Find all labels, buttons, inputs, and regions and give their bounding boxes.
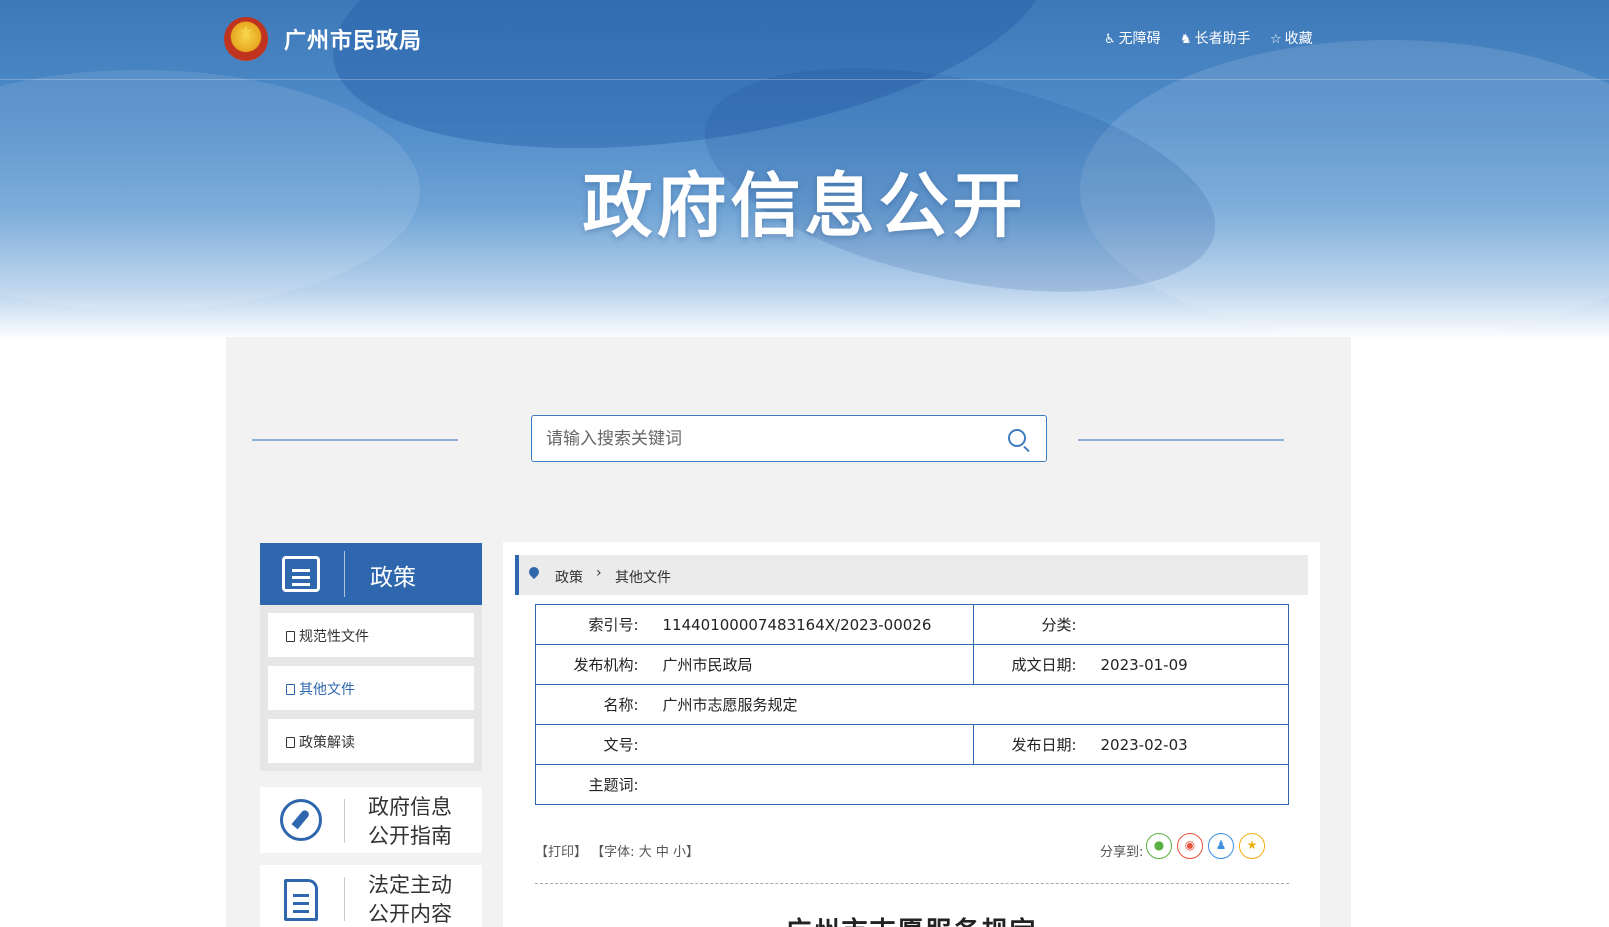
meta-value [650,764,1289,805]
meta-value: 2023-01-09 [1088,644,1289,685]
meta-label: 成文日期: [973,644,1089,685]
elder-helper-link[interactable]: ♞ 长者助手 [1180,28,1251,48]
document-icon [284,879,318,921]
search-decor-line [252,439,458,441]
font-size-label: 【字体: [591,845,635,860]
policy-book-icon [282,556,320,592]
breadcrumb: 政策 › 其他文件 [515,555,1308,595]
breadcrumb-link-policy[interactable]: 政策 [555,567,583,587]
accessibility-link[interactable]: ♿ 无障碍 [1104,28,1161,48]
meta-value [650,724,974,765]
card-title-line: 政府信息 [368,795,452,819]
hero-title: 政府信息公开 [582,165,1027,247]
wechat-icon[interactable]: ● [1146,833,1172,859]
share-label: 分享到: [1100,845,1144,860]
document-icon [286,631,295,642]
document-metadata-table: 索引号: 11440100007483164X/2023-00026 分类: 发… [535,604,1289,805]
favorite-link[interactable]: ☆ 收藏 [1270,28,1313,48]
meta-value: 11440100007483164X/2023-00026 [650,604,974,645]
sidebar-card-disclosure-guide[interactable]: 政府信息 公开指南 [260,787,482,853]
document-tools: 【打印】 【字体: 大 中 小】 [535,841,699,860]
header-banner: ★ 广州市民政局 ♿ 无障碍 ♞ 长者助手 ☆ 收藏 政府信息公开 [0,0,1609,340]
meta-label: 名称: [535,684,651,725]
card-title-line: 公开内容 [368,902,452,926]
divider [535,883,1289,884]
location-pin-icon [526,564,542,580]
sidebar-title: 政策 [370,565,416,591]
sidebar-item-normative-documents[interactable]: 规范性文件 [268,613,474,657]
site-name[interactable]: 广州市民政局 [284,23,422,55]
chevron-right-icon: › [596,565,602,581]
search-box [531,415,1047,462]
meta-value [1088,604,1289,645]
sidebar-header[interactable]: 政策 [260,543,482,605]
font-size-large[interactable]: 大 [639,845,652,860]
search-input[interactable] [546,426,986,452]
meta-value: 广州市民政局 [650,644,974,685]
table-row: 索引号: 11440100007483164X/2023-00026 分类: [535,604,1289,645]
meta-value: 2023-02-03 [1088,724,1289,765]
meta-label: 主题词: [535,764,651,805]
card-title-line: 公开指南 [368,824,452,848]
search-icon[interactable] [1008,429,1026,447]
meta-label: 发布日期: [973,724,1089,765]
elder-helper-icon: ♞ [1180,32,1192,47]
sidebar-item-policy-interpretation[interactable]: 政策解读 [268,719,474,763]
star-outline-icon: ☆ [1270,32,1282,47]
document-title: 广州市志愿服务规定 [503,911,1320,927]
content-area: 政策 › 其他文件 索引号: 11440100007483164X/2023-0… [503,542,1320,927]
table-row: 发布机构: 广州市民政局 成文日期: 2023-01-09 [535,644,1289,685]
meta-value: 广州市志愿服务规定 [650,684,1289,725]
table-row: 文号: 发布日期: 2023-02-03 [535,724,1289,765]
national-emblem-logo[interactable]: ★ [224,17,268,61]
accessibility-icon: ♿ [1104,32,1116,47]
sidebar-item-other-documents[interactable]: 其他文件 [268,666,474,710]
table-row: 主题词: [535,764,1289,805]
search-decor-line [1078,439,1284,441]
meta-label: 发布机构: [535,644,651,685]
print-link[interactable]: 【打印】 [535,845,587,860]
meta-label: 文号: [535,724,651,765]
meta-label: 索引号: [535,604,651,645]
breadcrumb-link-other-documents[interactable]: 其他文件 [615,567,671,587]
sidebar-card-statutory-content[interactable]: 法定主动 公开内容 [260,865,482,927]
document-icon [286,737,295,748]
table-row: 名称: 广州市志愿服务规定 [535,684,1289,725]
font-size-small[interactable]: 小】 [673,845,699,860]
card-title-line: 法定主动 [368,873,452,897]
header-divider [0,79,1609,80]
divider [344,877,345,921]
qzone-icon[interactable]: ★ [1239,833,1265,859]
document-icon [286,684,295,695]
divider [344,551,345,597]
divider [344,799,345,843]
main-panel: 政策 规范性文件 其他文件 政策解读 政府信息公开指南 法定主动公开内容 政策 … [226,337,1351,927]
weibo-icon[interactable]: ◉ [1177,833,1203,859]
meta-label: 分类: [973,604,1089,645]
qq-icon[interactable]: ♟ [1208,833,1234,859]
compass-icon [280,799,322,841]
sidebar-menu: 规范性文件 其他文件 政策解读 [260,605,482,771]
font-size-medium[interactable]: 中 [656,845,669,860]
